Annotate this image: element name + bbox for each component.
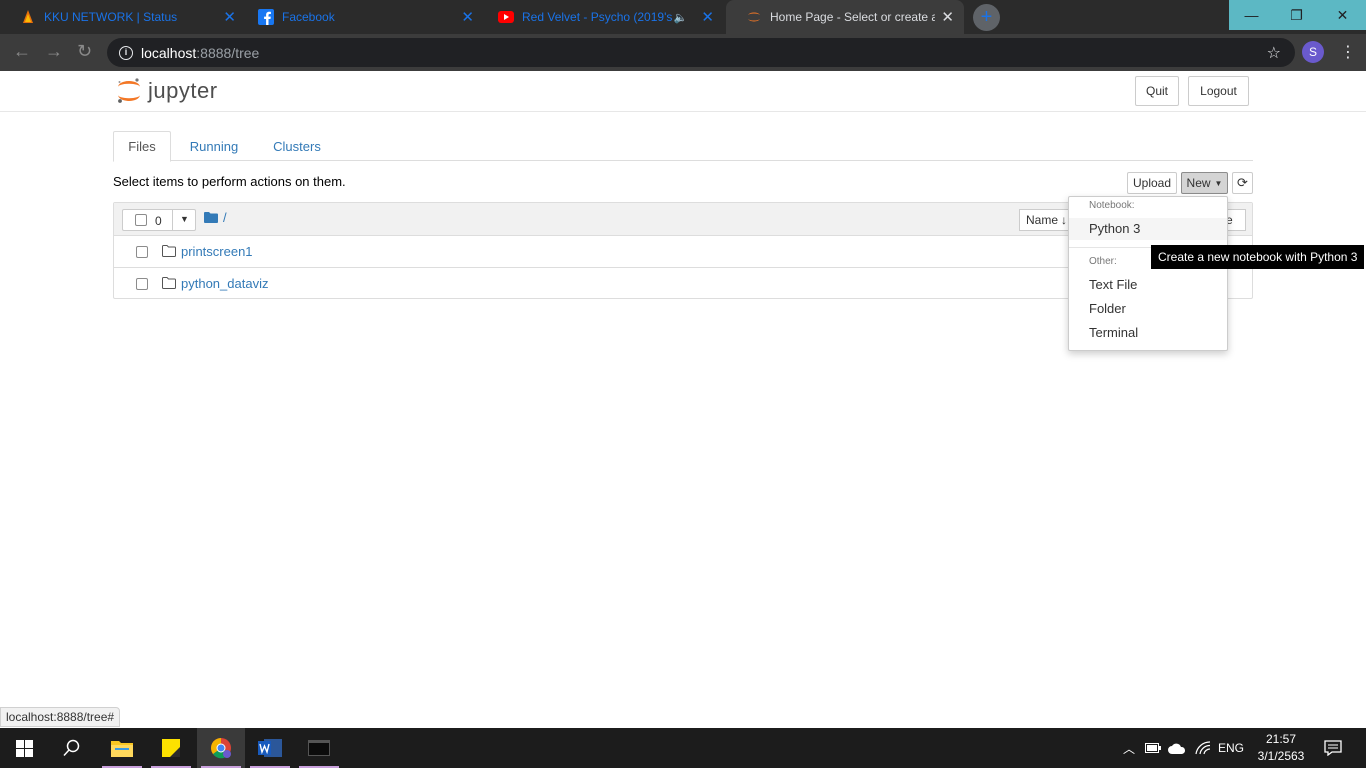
forward-icon[interactable]: → bbox=[45, 41, 63, 62]
clock-time: 21:57 bbox=[1265, 732, 1297, 746]
caret-down-icon: ▼ bbox=[1214, 178, 1223, 188]
divider bbox=[172, 210, 173, 230]
windows-taskbar: ︿ ENG 21:57 3/1/2563 bbox=[0, 728, 1366, 768]
close-tab-icon[interactable]: ✕ bbox=[701, 8, 714, 26]
row-checkbox[interactable] bbox=[136, 278, 148, 290]
sticky-notes-icon[interactable] bbox=[147, 728, 195, 768]
browser-tab-strip: KKU NETWORK | Status ✕ Facebook ✕ Red Ve… bbox=[0, 0, 1366, 34]
reload-icon[interactable]: ↻ bbox=[77, 41, 92, 62]
tab-title: Red Velvet - Psycho (2019's bbox=[522, 10, 673, 24]
new-text-file[interactable]: Text File bbox=[1069, 274, 1227, 296]
back-icon[interactable]: ← bbox=[13, 41, 31, 62]
restore-window-icon[interactable]: ❐ bbox=[1274, 0, 1319, 30]
tab-files[interactable]: Files bbox=[113, 131, 171, 162]
language-indicator[interactable]: ENG bbox=[1215, 728, 1247, 768]
new-tab-button[interactable]: + bbox=[973, 4, 1000, 31]
browser-tab-kku[interactable]: KKU NETWORK | Status ✕ bbox=[0, 0, 246, 34]
breadcrumb[interactable]: / bbox=[204, 210, 227, 225]
browser-tab-facebook[interactable]: Facebook ✕ bbox=[238, 0, 484, 34]
onedrive-icon[interactable] bbox=[1166, 728, 1188, 768]
jupyter-icon bbox=[746, 9, 762, 25]
tab-title: Facebook bbox=[282, 10, 335, 24]
select-all-checkbox[interactable] bbox=[135, 214, 147, 226]
facebook-icon bbox=[258, 9, 274, 25]
bookmark-star-icon[interactable]: ☆ bbox=[1267, 43, 1281, 63]
refresh-icon: ⟳ bbox=[1237, 175, 1248, 190]
wifi-icon[interactable] bbox=[1192, 728, 1214, 768]
jupyter-logo[interactable]: jupyter bbox=[116, 76, 218, 106]
select-all-control[interactable]: 0 ▼ bbox=[122, 209, 196, 231]
jupyter-tabs: Files Running Clusters bbox=[113, 131, 1253, 162]
site-info-icon[interactable]: i bbox=[119, 45, 133, 60]
browser-tab-jupyter[interactable]: Home Page - Select or create a n ✕ bbox=[726, 0, 964, 34]
new-dropdown-menu: Notebook: Python 3 Other: Text File Fold… bbox=[1068, 196, 1228, 351]
caret-down-icon[interactable]: ▼ bbox=[180, 214, 189, 224]
file-explorer-icon[interactable] bbox=[98, 728, 146, 768]
browser-toolbar: ← → ↻ i localhost:8888/tree ☆ S ⋮ bbox=[0, 34, 1366, 71]
tab-clusters[interactable]: Clusters bbox=[261, 131, 333, 161]
status-url: localhost:8888/tree# bbox=[0, 707, 121, 727]
arrow-down-icon: ↓ bbox=[1061, 213, 1068, 227]
new-dropdown-button[interactable]: New ▼ bbox=[1181, 172, 1228, 194]
folder-outline-icon bbox=[162, 245, 176, 257]
address-host: localhost bbox=[141, 44, 197, 61]
tab-title: Home Page - Select or create a n bbox=[770, 10, 936, 24]
windows-start-icon[interactable] bbox=[0, 728, 48, 768]
terminal-icon[interactable] bbox=[295, 728, 343, 768]
chrome-icon[interactable] bbox=[197, 728, 245, 768]
search-icon[interactable] bbox=[48, 728, 96, 768]
other-section-header: Other: bbox=[1089, 256, 1117, 267]
notification-center-icon[interactable] bbox=[1318, 728, 1348, 768]
sort-by-name-button[interactable]: Name ↓ bbox=[1019, 209, 1071, 231]
close-tab-icon[interactable]: ✕ bbox=[941, 8, 954, 26]
breadcrumb-root[interactable]: / bbox=[223, 210, 227, 225]
folder-outline-icon bbox=[162, 277, 176, 289]
new-terminal[interactable]: Terminal bbox=[1069, 322, 1227, 344]
close-window-icon[interactable]: ✕ bbox=[1319, 0, 1366, 30]
browser-menu-icon[interactable]: ⋮ bbox=[1340, 42, 1356, 62]
youtube-icon bbox=[498, 9, 514, 25]
folder-icon bbox=[204, 212, 218, 223]
tooltip: Create a new notebook with Python 3 bbox=[1151, 245, 1364, 269]
new-button-label: New bbox=[1186, 176, 1211, 190]
close-tab-icon[interactable]: ✕ bbox=[223, 8, 236, 26]
minimize-window-icon[interactable]: — bbox=[1229, 0, 1274, 30]
word-icon[interactable] bbox=[246, 728, 294, 768]
selected-count: 0 bbox=[155, 214, 162, 228]
tab-running[interactable]: Running bbox=[179, 131, 249, 161]
sort-name-label: Name bbox=[1026, 213, 1059, 227]
address-bar[interactable]: i localhost:8888/tree ☆ bbox=[107, 38, 1295, 67]
logout-button[interactable]: Logout bbox=[1188, 76, 1249, 106]
instructions-text: Select items to perform actions on them. bbox=[113, 174, 346, 189]
kku-icon bbox=[20, 9, 36, 25]
file-link[interactable]: python_dataviz bbox=[181, 276, 268, 291]
chevron-up-icon[interactable]: ︿ bbox=[1120, 728, 1138, 768]
new-folder[interactable]: Folder bbox=[1069, 298, 1227, 320]
jupyter-wordmark: jupyter bbox=[148, 78, 218, 103]
upload-button[interactable]: Upload bbox=[1127, 172, 1177, 194]
close-tab-icon[interactable]: ✕ bbox=[461, 8, 474, 26]
file-link[interactable]: printscreen1 bbox=[181, 244, 253, 259]
tab-title: KKU NETWORK | Status bbox=[44, 10, 178, 24]
jupyter-header: jupyter Quit Logout bbox=[0, 71, 1366, 112]
quit-button[interactable]: Quit bbox=[1135, 76, 1179, 106]
clock-date: 3/1/2563 bbox=[1257, 749, 1305, 763]
battery-icon[interactable] bbox=[1142, 728, 1164, 768]
browser-tab-youtube[interactable]: Red Velvet - Psycho (2019's 🔈 ✕ bbox=[478, 0, 724, 34]
refresh-button[interactable]: ⟳ bbox=[1232, 172, 1253, 194]
row-checkbox[interactable] bbox=[136, 246, 148, 258]
audio-playing-icon[interactable]: 🔈 bbox=[674, 11, 688, 24]
notebook-section-header: Notebook: bbox=[1089, 200, 1135, 211]
new-python3-notebook[interactable]: Python 3 bbox=[1069, 218, 1227, 240]
jupyter-logo-icon bbox=[118, 78, 140, 103]
clock[interactable]: 21:57 3/1/2563 bbox=[1252, 731, 1310, 765]
profile-avatar[interactable]: S bbox=[1302, 41, 1324, 63]
address-path: :8888/tree bbox=[196, 44, 260, 61]
